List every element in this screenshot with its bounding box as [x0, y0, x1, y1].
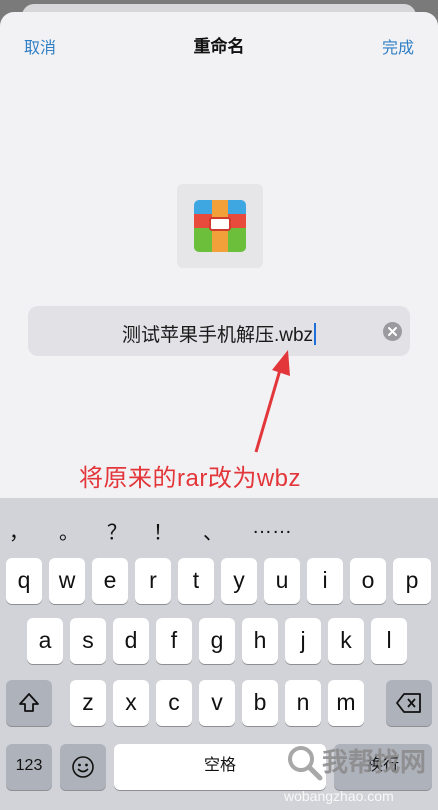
shift-key[interactable] — [6, 680, 52, 726]
key-h[interactable]: h — [242, 618, 278, 664]
key-p[interactable]: p — [393, 558, 431, 604]
rar-archive-icon — [194, 200, 246, 252]
watermark-text: 我帮找网 — [322, 747, 427, 777]
punct-period-key[interactable]: 。 — [54, 516, 84, 545]
punct-ellipsis-key[interactable]: …… — [250, 516, 294, 539]
text-cursor — [314, 323, 317, 345]
key-a[interactable]: a — [27, 618, 63, 664]
key-t[interactable]: t — [178, 558, 214, 604]
clear-icon[interactable] — [383, 322, 402, 341]
watermark-url: wobangzhao.com — [284, 788, 394, 804]
key-r[interactable]: r — [135, 558, 171, 604]
key-e[interactable]: e — [92, 558, 128, 604]
key-m[interactable]: m — [328, 680, 364, 726]
key-w[interactable]: w — [49, 558, 85, 604]
backspace-icon — [396, 693, 421, 713]
filename-input[interactable]: 测试苹果手机解压.wbz — [28, 306, 410, 356]
key-j[interactable]: j — [285, 618, 321, 664]
magnifier-logo-icon — [288, 746, 323, 781]
shift-icon — [19, 693, 39, 712]
key-b[interactable]: b — [242, 680, 278, 726]
filename-value: 测试苹果手机解压.wbz — [121, 325, 314, 346]
emoji-icon — [72, 756, 94, 778]
key-z[interactable]: z — [70, 680, 106, 726]
key-s[interactable]: s — [70, 618, 106, 664]
rename-sheet: 取消 重命名 完成 测试苹果手机解压.wbz 将原来的rar改为wbz — [0, 12, 438, 498]
annotation-arrow — [254, 350, 290, 453]
punct-comma-key[interactable]: ， — [4, 516, 34, 545]
key-l[interactable]: l — [371, 618, 407, 664]
key-x[interactable]: x — [113, 680, 149, 726]
punct-enum-comma-key[interactable]: 、 — [198, 516, 228, 545]
punct-question-key[interactable]: ？ — [102, 516, 132, 545]
key-c[interactable]: c — [156, 680, 192, 726]
clear-x-glyph — [388, 327, 397, 336]
punct-exclaim-key[interactable]: ！ — [148, 516, 178, 545]
punctuation-row: ， 。 ？ ！ 、 …… — [0, 508, 438, 548]
key-d[interactable]: d — [113, 618, 149, 664]
key-q[interactable]: q — [6, 558, 42, 604]
key-v[interactable]: v — [199, 680, 235, 726]
delete-key[interactable] — [386, 680, 432, 726]
watermark: 我帮找网 wobangzhao.com — [282, 740, 432, 806]
annotation-text: 将原来的rar改为wbz — [79, 465, 302, 492]
key-g[interactable]: g — [199, 618, 235, 664]
key-y[interactable]: y — [221, 558, 257, 604]
key-k[interactable]: k — [328, 618, 364, 664]
filename-text: 测试苹果手机解压.wbz — [28, 320, 410, 347]
key-o[interactable]: o — [350, 558, 386, 604]
key-u[interactable]: u — [264, 558, 300, 604]
file-icon-tile — [177, 184, 263, 268]
numbers-key[interactable]: 123 — [6, 744, 52, 790]
emoji-key[interactable] — [60, 744, 106, 790]
done-button[interactable]: 完成 — [382, 34, 414, 58]
key-f[interactable]: f — [156, 618, 192, 664]
key-i[interactable]: i — [307, 558, 343, 604]
key-n[interactable]: n — [285, 680, 321, 726]
page-title: 重命名 — [193, 37, 245, 56]
